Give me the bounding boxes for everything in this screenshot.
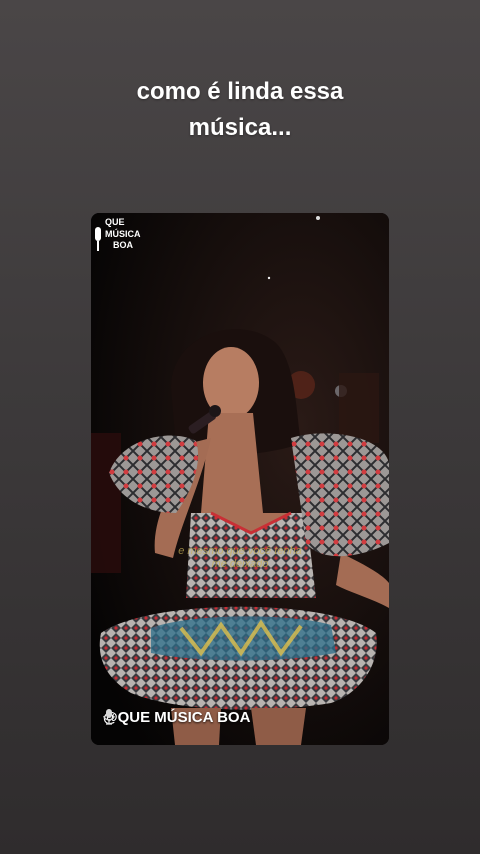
caption-line-1: como é linda essa — [136, 78, 344, 105]
lyric-overlay: e mesmo que você tenha me deixado — [91, 545, 389, 571]
account-handle[interactable]: @QUE MÚSICA BOA — [103, 709, 250, 726]
caption-line-2: música... — [188, 114, 292, 141]
que-musica-boa-logo: QUE MÚSICA BOA — [95, 217, 141, 251]
microphone-icon — [103, 709, 115, 725]
logo-text-1: QUE — [105, 217, 125, 227]
story-caption: como é linda essa música... — [0, 74, 480, 146]
logo-text-3: BOA — [113, 240, 134, 250]
shared-post-card[interactable]: e mesmo que você tenha me deixado QUE MÚ… — [91, 213, 389, 745]
lyric-line-2: me deixado — [211, 558, 269, 570]
lyric-line-1: e mesmo que você tenha — [178, 545, 302, 557]
logo-text-2: MÚSICA — [105, 228, 141, 239]
singer-photo — [91, 213, 389, 745]
handle-text: @QUE MÚSICA BOA — [103, 709, 251, 726]
